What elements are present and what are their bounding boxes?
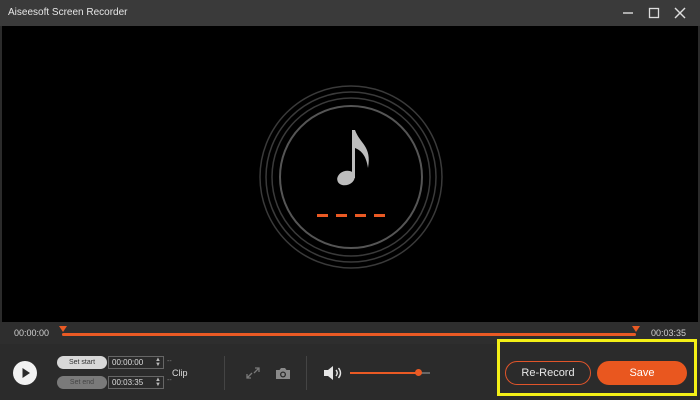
title-bar: Aiseesoft Screen Recorder [0, 0, 700, 26]
clip-end-field[interactable]: 00:03:35 ▲ ▼ [108, 376, 164, 389]
timeline-progress [62, 333, 636, 336]
volume-level [350, 372, 418, 374]
divider [306, 356, 307, 390]
volume-icon[interactable] [322, 364, 344, 382]
play-icon [22, 368, 30, 378]
set-end-button[interactable]: Set end [57, 376, 107, 389]
divider [224, 356, 225, 390]
clip-separator: -- [167, 377, 172, 384]
minimize-icon[interactable] [618, 4, 638, 22]
window-title: Aiseesoft Screen Recorder [8, 7, 128, 18]
play-button[interactable] [13, 361, 37, 385]
clip-separator: -- [167, 358, 172, 365]
rerecord-button[interactable]: Re-Record [505, 361, 591, 385]
volume-slider[interactable] [350, 369, 430, 376]
clip-button[interactable]: Clip [172, 368, 188, 378]
timeline-track[interactable] [62, 333, 636, 336]
start-marker-handle[interactable] [59, 326, 67, 332]
end-marker-handle[interactable] [632, 326, 640, 332]
maximize-icon[interactable] [644, 4, 664, 22]
set-start-button[interactable]: Set start [57, 356, 107, 369]
camera-icon[interactable] [274, 365, 292, 381]
end-spinner-icon[interactable]: ▲ ▼ [155, 377, 161, 388]
volume-slider-handle[interactable] [415, 369, 422, 376]
audio-level-dashes [317, 214, 385, 217]
start-spinner-icon[interactable]: ▲ ▼ [155, 357, 161, 368]
audio-visual [259, 85, 443, 269]
clip-start-value: 00:00:00 [112, 358, 144, 367]
music-note-icon [337, 130, 369, 186]
clip-start-field[interactable]: 00:00:00 ▲ ▼ [108, 356, 164, 369]
timeline-end-time: 00:03:35 [650, 328, 686, 338]
timeline-start-time: 00:00:00 [14, 328, 50, 338]
preview-area [2, 26, 698, 322]
save-button[interactable]: Save [597, 361, 687, 385]
expand-icon[interactable] [244, 365, 262, 381]
clip-end-value: 00:03:35 [112, 378, 144, 387]
close-icon[interactable] [670, 4, 690, 22]
